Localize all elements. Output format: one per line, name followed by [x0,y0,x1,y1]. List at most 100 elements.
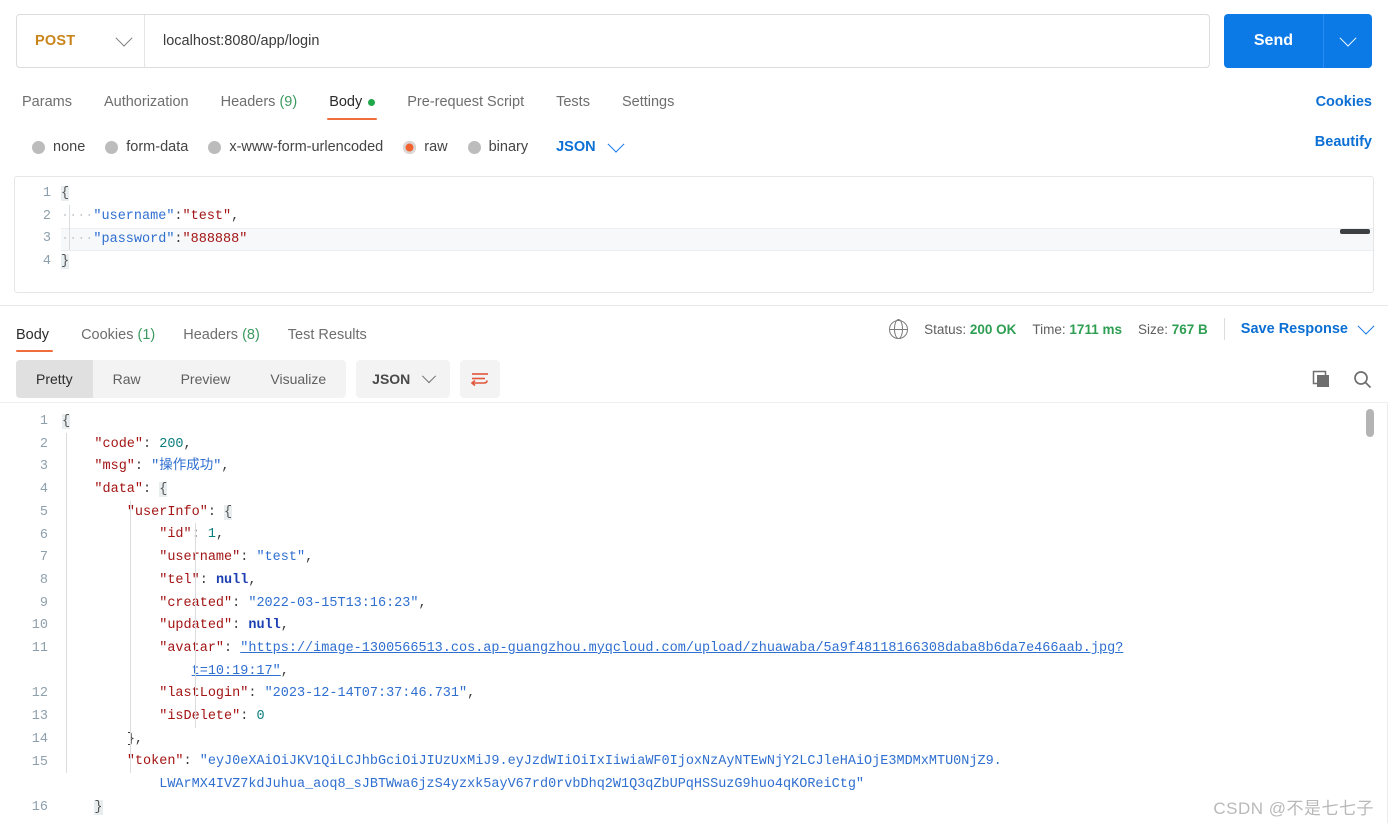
tab-authorization[interactable]: Authorization [88,94,205,120]
line-number: 2 [39,436,48,452]
tab-body[interactable]: Body [313,94,391,120]
line-number: 1 [42,186,51,201]
line-number: 8 [39,572,48,588]
json-colon: : [248,686,257,702]
json-value: 200 [159,436,184,452]
watermark: CSDN @不是七七子 [1213,799,1374,818]
radio-form-data[interactable]: form-data [105,139,188,155]
line-number: 9 [39,595,48,611]
tab-label: Pre-request Script [407,94,525,110]
line-number: 2 [42,208,51,224]
radio-binary[interactable]: binary [467,139,528,155]
beautify-link[interactable]: Beautify [1315,134,1372,160]
json-colon: : [174,232,183,247]
send-button[interactable]: Send [1223,14,1323,68]
tab-tests[interactable]: Tests [540,94,606,120]
request-tab-bar: Params Authorization Headers (9) Body Pr… [0,82,1388,120]
tab-label: Cookies [81,326,134,343]
save-response-label: Save Response [1240,321,1348,337]
json-value-url-cont[interactable]: t=10:19:17" [192,664,281,679]
word-wrap-button[interactable] [460,360,501,398]
json-colon: : [183,754,192,770]
tab-label: Authorization [103,94,189,110]
radio-icon [105,140,119,154]
line-number: 15 [31,754,48,770]
resp-line-17 [62,819,1388,823]
line-number: 7 [39,550,48,566]
line-number: 5 [39,504,48,520]
url-input[interactable]: localhost:8080/app/login [145,33,1209,49]
response-toolbar: Pretty Raw Preview Visualize JSON [0,352,1388,398]
json-comma: , [280,618,289,634]
chevron-down-icon [115,29,133,47]
response-format-select[interactable]: JSON [356,360,451,398]
response-scrollbar-thumb[interactable] [1366,409,1374,437]
view-mode-visualize[interactable]: Visualize [250,360,346,398]
request-code-area: 1 2 3 4 { ····"username":"test", ····"pa… [15,177,1373,273]
json-value: "test" [256,550,306,566]
response-body-viewer[interactable]: 1 2 3 4 5 6 7 8 9 10 11 12 13 14 15 16 {… [0,402,1388,823]
response-tab-cookies[interactable]: Cookies (1) [67,326,169,353]
view-mode-preview[interactable]: Preview [161,360,251,398]
brace: } [61,253,70,269]
send-options-button[interactable] [1323,14,1372,68]
request-body-editor[interactable]: 1 2 3 4 { ····"username":"test", ····"pa… [14,176,1374,293]
radio-urlencoded[interactable]: x-www-form-urlencoded [208,139,383,155]
time-info: Time: 1711 ms [1032,322,1122,337]
body-format-select[interactable]: JSON [556,135,625,155]
url-input-container: POST localhost:8080/app/login [16,14,1210,68]
radio-icon [467,140,481,154]
json-key: "username" [159,550,241,566]
json-value: 0 [256,708,265,724]
response-code-lines: { "code": 200, "msg": "操作成功", "data": { … [62,403,1388,823]
code-line-2: ····"username":"test", [61,206,1373,229]
tab-pre-request-script[interactable]: Pre-request Script [391,94,540,120]
radio-icon-selected [403,140,417,154]
json-colon: : [232,595,241,611]
json-colon: : [134,459,144,475]
response-tab-test-results[interactable]: Test Results [274,327,381,353]
tab-settings[interactable]: Settings [606,94,690,120]
response-tab-headers[interactable]: Headers (8) [169,326,274,353]
resp-line-8: "tel": null, [62,570,1388,593]
radio-label: x-www-form-urlencoded [229,139,384,155]
cookies-link[interactable]: Cookies [1316,94,1372,120]
copy-button[interactable] [1312,370,1331,389]
json-value-url[interactable]: "https://image-1300566513.cos.ap-guangzh… [240,641,1123,656]
tab-params[interactable]: Params [16,94,88,120]
json-value-cont: LWArMX4IVZ7kdJuhua_aoq8_sJBTWwa6jzS4yzxk… [159,777,865,792]
tab-label: Settings [621,94,675,110]
line-number: 11 [31,641,48,657]
resp-line-5: "userInfo": { [62,502,1388,525]
tab-headers[interactable]: Headers (9) [205,94,314,120]
view-mode-pretty[interactable]: Pretty [16,360,93,398]
http-method-select[interactable]: POST [17,15,145,67]
json-colon: : [240,708,249,724]
chevron-down-icon [607,135,625,153]
request-editor-scrollbar[interactable] [1340,229,1370,234]
line-number: 13 [31,709,48,725]
view-mode-raw[interactable]: Raw [93,360,161,398]
code-line-3: ····"password":"888888" [61,228,1373,251]
json-value: "test" [182,208,232,224]
tab-label: Tests [556,94,590,110]
response-tool-icons [1312,370,1372,389]
resp-line-3: "msg": "操作成功", [62,456,1388,479]
json-key: "avatar" [159,640,225,656]
resp-line-2: "code": 200, [62,434,1388,457]
radio-label: none [53,139,86,155]
response-tab-body[interactable]: Body [16,327,67,353]
tab-count: (8) [242,326,260,343]
time-label: Time: [1032,321,1066,337]
radio-none[interactable]: none [32,139,85,155]
time-value: 1711 ms [1069,321,1122,337]
json-value: "操作成功" [151,459,222,475]
response-view-mode-group: Pretty Raw Preview Visualize [16,360,347,398]
request-line-numbers: 1 2 3 4 [15,177,61,273]
globe-icon [888,319,909,339]
radio-raw[interactable]: raw [403,139,448,155]
save-response-button[interactable]: Save Response [1240,317,1375,337]
search-icon [1354,370,1372,388]
search-button[interactable] [1353,370,1372,389]
resp-line-12: "lastLogin": "2023-12-14T07:37:46.731", [62,683,1388,706]
